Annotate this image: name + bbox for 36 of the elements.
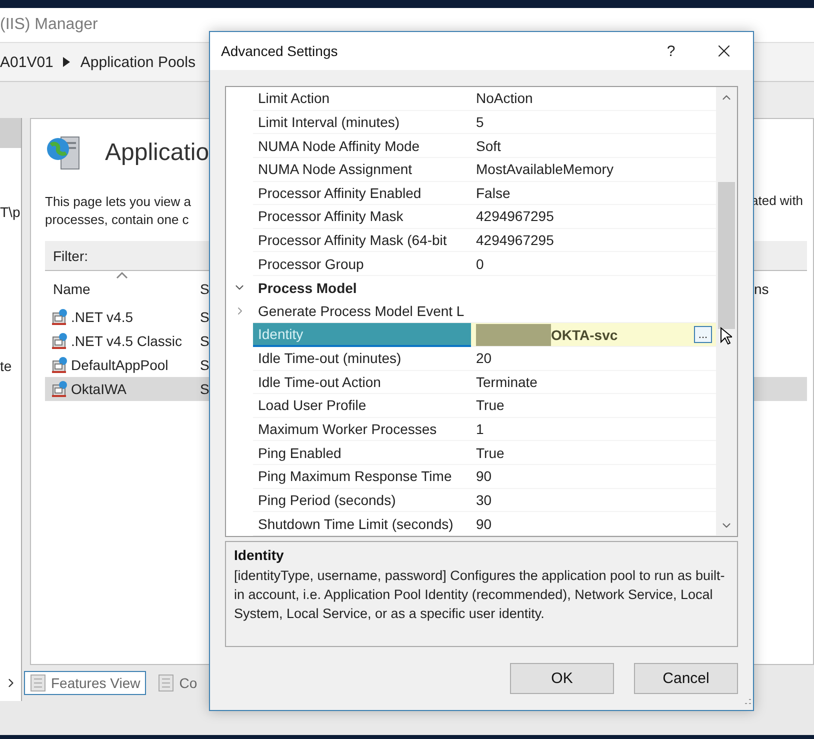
filter-label: Filter: [53, 248, 88, 264]
property-value: 1 [476, 421, 484, 438]
table-cell: S [200, 357, 210, 373]
category-label: Process Model [257, 278, 357, 298]
property-value: True [476, 444, 504, 461]
property-value: True [476, 397, 504, 414]
window-title: (IIS) Manager [0, 16, 98, 34]
table-cell: S [200, 333, 210, 349]
description-title: Identity [234, 547, 285, 563]
property-value: 30 [476, 492, 492, 508]
tree-item: te [0, 358, 13, 374]
page-description: processes, contain one c [45, 211, 190, 229]
property-value: False [476, 184, 510, 201]
property-value: 90 [476, 516, 492, 532]
pool-name: OktaIWA [71, 381, 126, 397]
page-description: This page lets you view a [45, 193, 192, 211]
pool-name: DefaultAppPool [71, 357, 168, 373]
property-value: MostAvailableMemory [476, 161, 614, 178]
pool-name: .NET v4.5 Classic [71, 333, 182, 349]
property-value: 4294967295 [476, 208, 554, 224]
dialog-title: Advanced Settings [221, 43, 339, 59]
property-value: OKTA-svc [551, 326, 618, 343]
property-value: Terminate [476, 374, 538, 390]
property-value: 0 [476, 256, 484, 272]
tree-item: T\p [0, 204, 21, 220]
description-text: [identityType, username, password] Configures the application pool to run as built-in account, i.e. Application Pool Identity (recommended), Network Service, Local System, Local Service, or as a specific user identity. [234, 567, 726, 623]
property-value: 5 [476, 114, 484, 130]
page-heading: Applicatio [105, 139, 210, 167]
pool-name: .NET v4.5 [71, 309, 133, 325]
table-cell: S [200, 381, 210, 397]
property-value: 20 [476, 350, 492, 366]
property-value: 90 [476, 468, 492, 484]
property-value: 4294967295 [476, 232, 554, 248]
property-value: Soft [476, 138, 501, 154]
table-cell: S [200, 309, 210, 325]
property-value: NoAction [476, 90, 533, 106]
